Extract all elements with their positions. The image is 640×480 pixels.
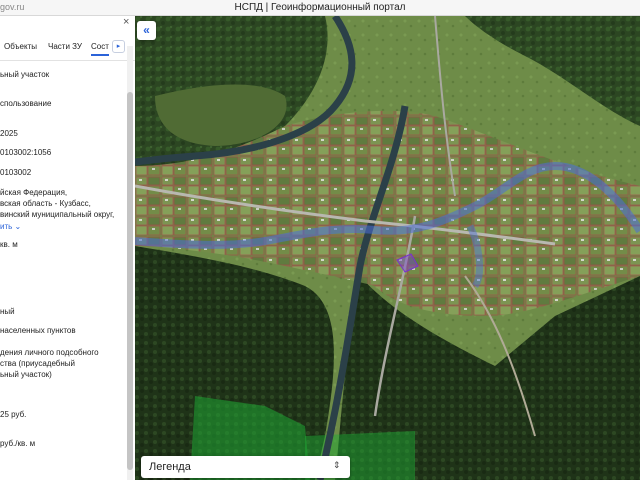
field-usage: спользование bbox=[0, 99, 52, 108]
chevron-updown-icon: ⇕ bbox=[333, 460, 341, 470]
window-title: НСПД | Геоинформационный портал bbox=[234, 2, 406, 13]
map-view[interactable] bbox=[135, 16, 640, 480]
field-object-type: ьный участок bbox=[0, 70, 50, 79]
legend-label: Легенда bbox=[149, 461, 191, 473]
field-land-category: населенных пунктов bbox=[0, 326, 76, 335]
tab-divider bbox=[0, 60, 135, 61]
tab-objects[interactable]: Объекты bbox=[4, 42, 37, 51]
field-date: 2025 bbox=[0, 129, 18, 138]
legend-dropdown[interactable]: Легенда ⇕ bbox=[141, 456, 350, 478]
field-cadastral-number: 0103002:1056 bbox=[0, 148, 52, 157]
satellite-imagery[interactable] bbox=[135, 16, 640, 480]
window-titlebar: gov.ru НСПД | Геоинформационный портал bbox=[0, 0, 640, 16]
field-area: кв. м bbox=[0, 240, 18, 249]
field-specific-value: руб./кв. м bbox=[0, 439, 36, 448]
field-cadastral-quarter: 0103002 bbox=[0, 168, 32, 177]
collapse-panel-button[interactable]: « bbox=[137, 21, 156, 40]
field-cadastral-value: 25 руб. bbox=[0, 410, 27, 419]
tab-parcel-parts[interactable]: Части ЗУ bbox=[48, 42, 82, 51]
panel-tabs: Объекты Части ЗУ Сост ▸ bbox=[0, 38, 135, 58]
field-address: йская Федерация, вская область - Кузбасс… bbox=[0, 188, 115, 219]
tabs-next-icon[interactable]: ▸ bbox=[112, 40, 125, 53]
show-more-link[interactable]: ить ⌄ bbox=[0, 222, 21, 231]
field-permitted-use: дения личного подсобного ства (приусадеб… bbox=[0, 348, 99, 379]
close-icon[interactable]: × bbox=[123, 16, 129, 28]
tab-composition[interactable]: Сост bbox=[91, 42, 109, 56]
panel-scrollbar-thumb[interactable] bbox=[127, 92, 133, 470]
field-status: ный bbox=[0, 307, 15, 316]
info-panel: × Объекты Части ЗУ Сост ▸ ьный участок с… bbox=[0, 16, 135, 480]
